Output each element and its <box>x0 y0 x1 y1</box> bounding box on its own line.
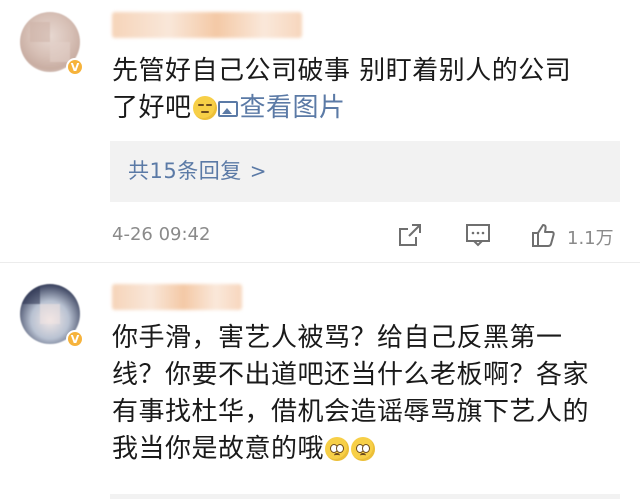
share-icon[interactable] <box>397 222 423 248</box>
smirk-emoji-icon <box>192 96 217 120</box>
view-picture-link[interactable]: 查看图片 <box>217 93 346 123</box>
timestamp: 4-26 09:42 <box>112 224 211 245</box>
comment-text-line: 先管好自己公司破事 别盯着别人的公司 <box>112 56 572 86</box>
username-blurred[interactable] <box>112 12 302 38</box>
replies-label: 共15条回复 <box>128 159 242 183</box>
comment-text: 你手滑，害艺人被骂？给自己反黑第一线？你要不出道吧还当什么老板啊？各家有事找杜华… <box>112 320 612 468</box>
pleading-emoji-icon <box>325 437 350 461</box>
verified-badge-icon: V <box>66 330 84 348</box>
comment-item: V 你手滑，害艺人被骂？给自己反黑第一线？你要不出道吧还当什么老板啊？各家有事找… <box>0 262 640 499</box>
replies-button[interactable]: 共15条回复 > <box>110 141 620 202</box>
comment-text-fragment: 了好吧 <box>112 93 192 123</box>
picture-icon <box>217 101 238 117</box>
chevron-right-icon: > <box>249 159 267 183</box>
replies-box-partial <box>110 494 620 499</box>
comment-icon[interactable] <box>465 222 491 248</box>
like-thumb-icon[interactable] <box>530 222 556 248</box>
comment-meta: 4-26 09:42 1.1万 <box>112 218 622 252</box>
verified-badge-icon: V <box>66 58 84 76</box>
comment-item: V 先管好自己公司破事 别盯着别人的公司 了好吧 查看图片 共15条回复 > 4-2… <box>0 0 640 262</box>
like-count: 1.1万 <box>567 228 614 249</box>
comment-text-body: 你手滑，害艺人被骂？给自己反黑第一线？你要不出道吧还当什么老板啊？各家有事找杜华… <box>112 323 590 464</box>
pleading-emoji-icon <box>351 437 376 461</box>
username-blurred[interactable] <box>112 284 242 310</box>
comment-text: 先管好自己公司破事 别盯着别人的公司 了好吧 查看图片 <box>112 53 612 127</box>
comment-text-line: 了好吧 查看图片 <box>112 90 612 127</box>
view-picture-label: 查看图片 <box>239 93 346 123</box>
